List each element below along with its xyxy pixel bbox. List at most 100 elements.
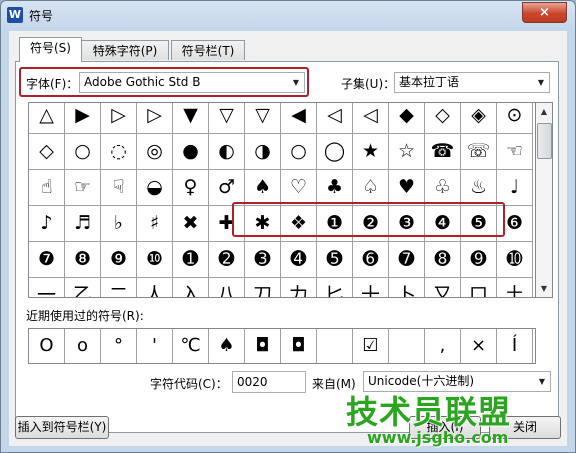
symbol-cell[interactable]: ✚ [209,206,245,242]
recent-symbol-cell[interactable] [317,329,353,363]
symbol-cell[interactable]: ◯ [317,134,353,170]
symbol-cell[interactable]: ◁ [353,103,389,134]
symbol-cell[interactable]: ❽ [65,242,101,278]
symbol-cell[interactable]: ➏ [353,242,389,278]
symbol-cell[interactable]: ♠ [245,170,281,206]
symbol-cell[interactable]: ♣ [317,170,353,206]
symbol-cell[interactable]: ♀ [173,170,209,206]
tab-special-chars[interactable]: 特殊字符(P) [81,40,169,60]
symbol-cell[interactable]: ○ [281,134,317,170]
symbol-cell[interactable]: ♩ [497,170,533,206]
symbol-cell[interactable]: ☞ [65,170,101,206]
symbol-cell[interactable]: ◀ [281,103,317,134]
symbol-cell[interactable]: ○ [65,134,101,170]
symbol-cell[interactable]: 土 [497,278,533,297]
symbol-cell[interactable]: ❶ [317,206,353,242]
symbol-cell[interactable]: 匕 [317,278,353,297]
symbol-cell[interactable]: 又 [425,278,461,297]
symbol-cell[interactable]: ◒ [137,170,173,206]
tab-symbol-bar[interactable]: 符号栏(T) [171,40,245,60]
symbol-cell[interactable]: 八 [209,278,245,297]
symbol-cell[interactable]: ➐ [389,242,425,278]
recent-symbol-cell[interactable]: ◘ [281,329,317,363]
symbol-cell[interactable]: 十 [353,278,389,297]
symbol-cell[interactable]: 口 [461,278,497,297]
symbol-cell[interactable]: ♭ [101,206,137,242]
symbol-cell[interactable]: 乙 [65,278,101,297]
symbol-cell[interactable]: ☎ [425,134,461,170]
symbol-cell[interactable]: ❷ [353,206,389,242]
symbol-cell[interactable]: ➋ [209,242,245,278]
symbol-grid-scrollbar[interactable]: ▲ ▼ [536,102,553,298]
symbol-cell[interactable]: ★ [353,134,389,170]
symbol-cell[interactable]: ☝ [29,170,65,206]
symbol-cell[interactable]: 入 [173,278,209,297]
symbol-cell[interactable]: ☟ [101,170,137,206]
recent-symbol-cell[interactable]: , [425,329,461,363]
symbol-cell[interactable]: ♪ [29,206,65,242]
symbol-cell[interactable]: ❹ [425,206,461,242]
char-code-input[interactable]: 0020 [232,371,306,393]
symbol-cell[interactable]: ⊙ [497,103,533,134]
symbol-cell[interactable]: ▷ [101,103,137,134]
symbol-cell[interactable]: ➌ [245,242,281,278]
symbol-cell[interactable]: 二 [101,278,137,297]
close-window-button[interactable]: × [522,2,567,23]
symbol-cell[interactable]: ◑ [245,134,281,170]
symbol-cell[interactable]: ♨ [461,170,497,206]
symbol-cell[interactable]: ❖ [281,206,317,242]
symbol-cell[interactable]: ♂ [209,170,245,206]
symbol-cell[interactable]: ➑ [425,242,461,278]
symbol-cell[interactable]: ☏ [461,134,497,170]
symbol-cell[interactable]: 卜 [389,278,425,297]
symbol-cell[interactable]: ❾ [101,242,137,278]
symbol-cell[interactable]: ♧ [425,170,461,206]
insert-to-symbol-bar-button[interactable]: 插入到符号栏(Y) [15,416,109,439]
recent-symbol-cell[interactable]: ☑ [353,329,389,363]
symbol-cell[interactable]: 刀 [245,278,281,297]
symbol-cell[interactable]: ◎ [137,134,173,170]
recent-symbol-cell[interactable]: ◘ [245,329,281,363]
symbol-cell[interactable]: ♯ [137,206,173,242]
recent-symbol-cell[interactable]: O [29,329,65,363]
symbol-cell[interactable]: ✖ [173,206,209,242]
symbol-cell[interactable]: ◁ [317,103,353,134]
symbol-cell[interactable]: ❺ [461,206,497,242]
recent-symbol-cell[interactable]: o [65,329,101,363]
font-select[interactable]: Adobe Gothic Std B ▼ [79,72,305,93]
symbol-cell[interactable]: ▼ [173,103,209,134]
symbol-cell[interactable]: ▽ [245,103,281,134]
symbol-cell[interactable]: ◌ [101,134,137,170]
symbol-cell[interactable]: ☜ [497,134,533,170]
symbol-cell[interactable]: ● [173,134,209,170]
symbol-cell[interactable]: ➊ [173,242,209,278]
symbol-cell[interactable]: ▷ [137,103,173,134]
symbol-cell[interactable]: ♬ [65,206,101,242]
symbol-cell[interactable]: ❸ [389,206,425,242]
symbol-cell[interactable]: ➓ [497,242,533,278]
symbol-cell[interactable]: ➍ [281,242,317,278]
symbol-cell[interactable]: △ [29,103,65,134]
recent-symbol-cell[interactable] [389,329,425,363]
symbol-cell[interactable]: ❻ [497,206,533,242]
symbol-cell[interactable]: ▶ [65,103,101,134]
recent-symbol-cell[interactable]: ° [101,329,137,363]
scroll-up-arrow-icon[interactable]: ▲ [536,103,552,120]
symbol-cell[interactable]: ❼ [29,242,65,278]
symbol-cell[interactable]: ◇ [425,103,461,134]
recent-symbol-cell[interactable]: ♠ [209,329,245,363]
subset-select[interactable]: 基本拉丁语 ▼ [394,72,550,93]
symbol-cell[interactable]: ◐ [209,134,245,170]
symbol-cell[interactable]: ♤ [353,170,389,206]
recent-symbol-cell[interactable]: ℃ [173,329,209,363]
recent-symbol-cell[interactable]: Í [497,329,533,363]
symbol-cell[interactable]: 人 [137,278,173,297]
symbol-cell[interactable]: ❿ [137,242,173,278]
symbol-cell[interactable]: ♥ [389,170,425,206]
symbol-cell[interactable]: ♡ [281,170,317,206]
symbol-cell[interactable]: 力 [281,278,317,297]
symbol-cell[interactable]: ▽ [209,103,245,134]
scroll-down-arrow-icon[interactable]: ▼ [536,280,552,297]
symbol-cell[interactable]: ◇ [29,134,65,170]
symbol-cell[interactable]: ✱ [245,206,281,242]
